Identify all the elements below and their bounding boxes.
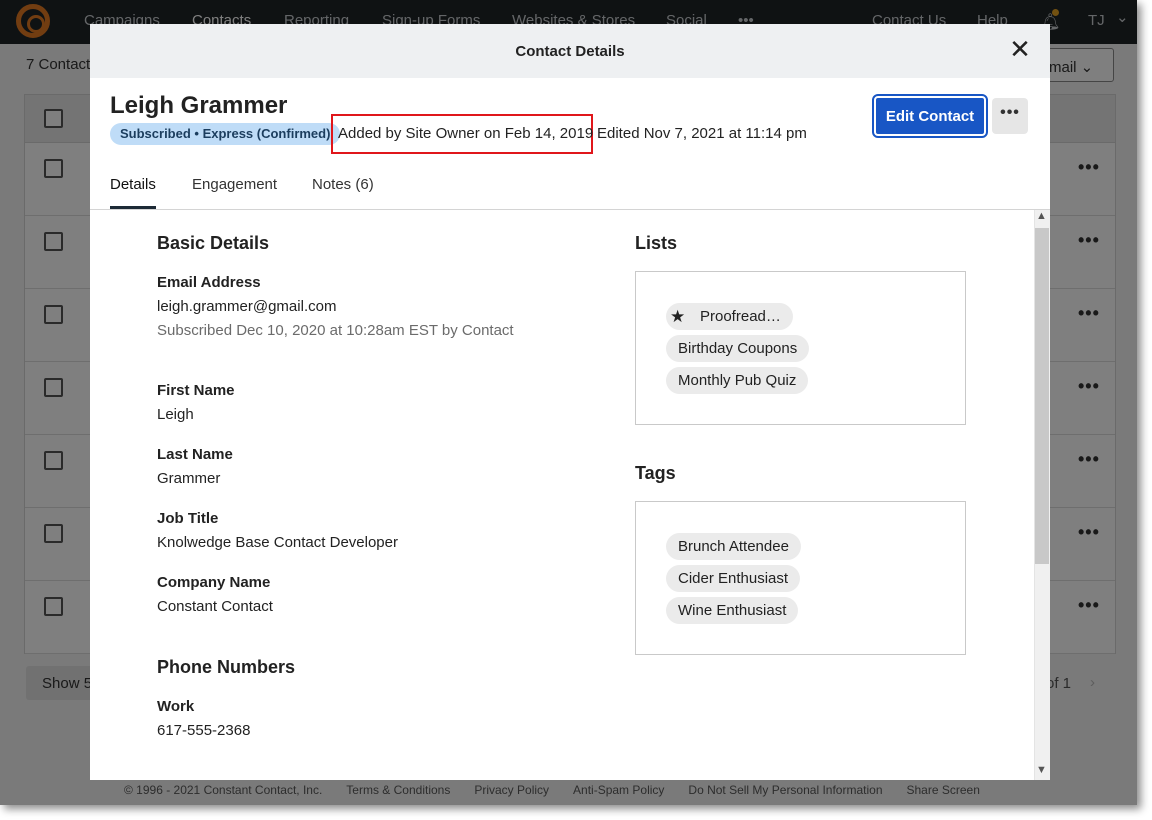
- modal-title: Contact Details: [515, 43, 625, 60]
- scroll-down-icon[interactable]: ▼: [1036, 764, 1047, 776]
- page: Campaigns Contacts Reporting Sign-up For…: [0, 0, 1137, 805]
- lists-card: ★ Proofread… Birthday Coupons Monthly Pu…: [635, 271, 966, 425]
- job-title-label: Job Title: [157, 510, 219, 527]
- last-name-label: Last Name: [157, 446, 233, 463]
- email-subscription-note: Subscribed Dec 10, 2020 at 10:28am EST b…: [157, 322, 514, 339]
- contact-details-modal: Contact Details ✕ Leigh Grammer Subscrib…: [90, 24, 1050, 780]
- tag-chip-cider-enthusiast[interactable]: Cider Enthusiast: [666, 565, 801, 592]
- list-chip-monthly-pub-quiz[interactable]: Monthly Pub Quiz: [666, 367, 809, 394]
- first-name-value: Leigh: [157, 406, 194, 423]
- scroll-up-icon[interactable]: ▲: [1036, 210, 1047, 222]
- tab-engagement[interactable]: Engagement: [192, 176, 277, 193]
- edit-contact-button[interactable]: Edit Contact: [872, 94, 988, 138]
- job-title-value: Knolwedge Base Contact Developer: [157, 534, 398, 551]
- more-actions-button[interactable]: •••: [992, 98, 1028, 134]
- company-name-value: Constant Contact: [157, 598, 273, 615]
- work-phone-label: Work: [157, 698, 195, 715]
- edited-text: Edited Nov 7, 2021 at 11:14 pm: [597, 125, 807, 142]
- email-label: Email Address: [157, 274, 261, 291]
- tab-notes[interactable]: Notes (6): [312, 176, 374, 193]
- tags-title: Tags: [635, 463, 676, 483]
- close-icon[interactable]: ✕: [1008, 36, 1032, 62]
- tab-details[interactable]: Details: [110, 176, 156, 193]
- lists-title: Lists: [635, 233, 678, 253]
- tag-chip-wine-enthusiast[interactable]: Wine Enthusiast: [666, 597, 799, 624]
- last-name-value: Grammer: [157, 470, 221, 487]
- tab-bar: Details Engagement Notes (6): [90, 174, 1050, 210]
- scrollbar-thumb[interactable]: [1035, 228, 1049, 564]
- basic-details-title: Basic Details: [157, 233, 270, 253]
- status-badge: Subscribed • Express (Confirmed): [110, 123, 341, 145]
- list-chip-proofread[interactable]: ★ Proofread…: [666, 303, 793, 330]
- star-icon: ★: [670, 307, 686, 326]
- tag-chip-brunch-attendee[interactable]: Brunch Attendee: [666, 533, 801, 560]
- phone-numbers-title: Phone Numbers: [157, 657, 296, 677]
- contact-name: Leigh Grammer: [110, 92, 288, 119]
- work-phone-value: 617-555-2368: [157, 722, 251, 739]
- list-chip-label: Proofread…: [700, 308, 781, 325]
- added-by-text: Added by Site Owner on Feb 14, 2019: [338, 125, 594, 142]
- modal-header: Contact Details ✕: [90, 24, 1050, 78]
- first-name-label: First Name: [157, 382, 235, 399]
- email-value: leigh.grammer@gmail.com: [157, 298, 337, 315]
- active-tab-indicator: [110, 206, 156, 209]
- tags-card: Brunch Attendee Cider Enthusiast Wine En…: [635, 501, 966, 655]
- company-name-label: Company Name: [157, 574, 271, 591]
- list-chip-birthday-coupons[interactable]: Birthday Coupons: [666, 335, 810, 362]
